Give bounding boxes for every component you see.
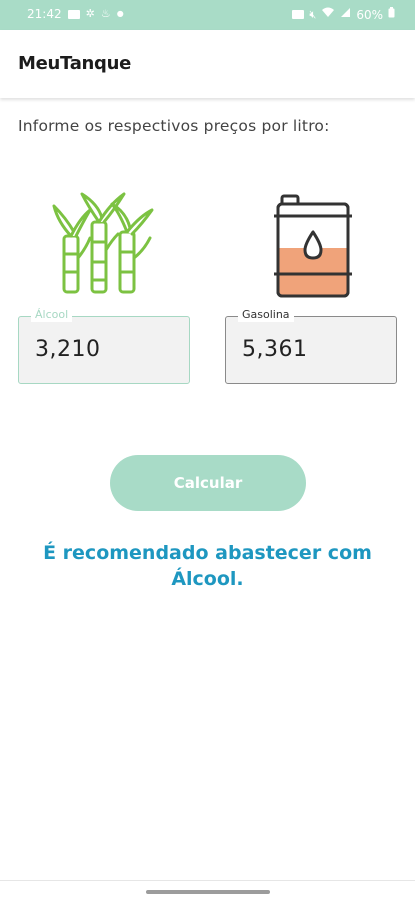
app-title: MeuTanque: [18, 53, 132, 74]
status-time: 21:42: [27, 7, 62, 21]
gasolina-field-value[interactable]: 5,361: [242, 337, 307, 362]
battery-icon: [388, 7, 395, 22]
instruction-text: Informe os respectivos preços por litro:: [18, 117, 330, 135]
status-right: 🔇︎ 60%: [292, 7, 395, 22]
mute-icon: 🔇︎: [309, 7, 317, 21]
battery-percentage: 60%: [356, 7, 383, 22]
gasolina-price-field[interactable]: Gasolina 5,361: [225, 308, 397, 384]
gallery-icon: [67, 9, 80, 19]
home-gesture-handle[interactable]: [146, 890, 270, 894]
calcular-button[interactable]: Calcular: [110, 455, 306, 511]
signal-icon: [340, 7, 351, 22]
navigation-bar: [0, 882, 415, 900]
pinwheel-icon: ✲: [85, 7, 95, 20]
sugarcane-icon: [52, 192, 156, 296]
wifi-icon: [321, 7, 335, 22]
alcool-field-value[interactable]: 3,210: [35, 337, 100, 362]
status-left: 21:42 ✲ ♨ ●: [27, 7, 124, 21]
recommendation-text: É recomendado abastecer com Álcool.: [0, 540, 415, 592]
nfc-icon: [292, 10, 305, 19]
recommendation-line-2: Álcool.: [171, 568, 244, 590]
nav-divider: [0, 880, 415, 881]
gasolina-field-label: Gasolina: [238, 308, 294, 322]
app-bar: MeuTanque: [0, 30, 415, 98]
dot-icon: ●: [116, 9, 124, 18]
recommendation-line-1: É recomendado abastecer com: [43, 542, 372, 564]
alcool-price-field[interactable]: Álcool 3,210: [18, 308, 190, 384]
flame-icon: ♨: [100, 7, 111, 20]
status-bar: 21:42 ✲ ♨ ● 🔇︎ 60%: [0, 0, 415, 30]
alcool-field-label: Álcool: [31, 308, 73, 322]
oil-barrel-icon: [272, 192, 354, 298]
